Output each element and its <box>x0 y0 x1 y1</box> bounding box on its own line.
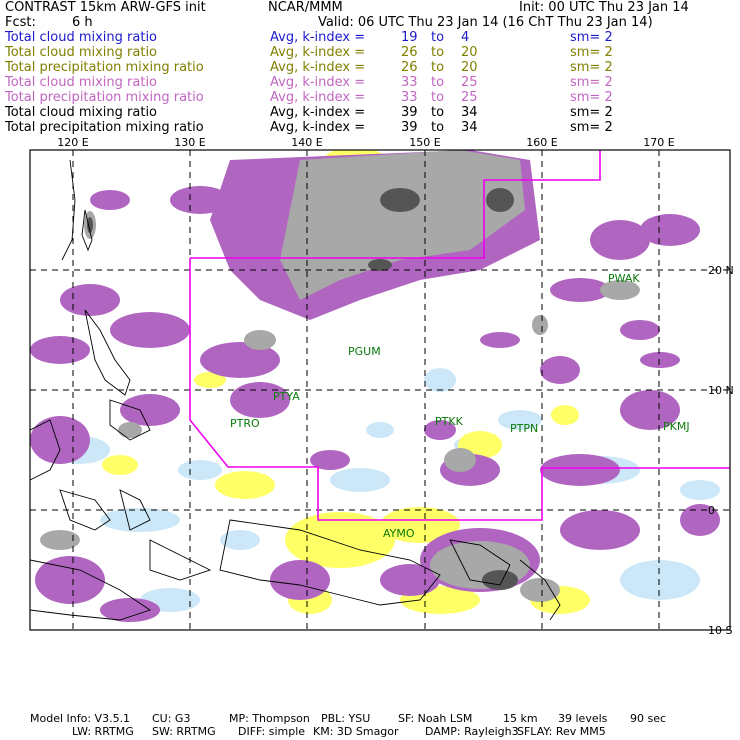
model-info-item: DAMP: Rayleigh3 <box>425 725 519 738</box>
longitude-label: 140 E <box>291 136 322 149</box>
latitude-label: 0 <box>708 504 715 517</box>
station-label: PTKK <box>435 415 464 428</box>
model-info-item: PBL: YSU <box>321 712 371 725</box>
model-info-item: KM: 3D Smagor <box>313 725 399 738</box>
longitude-label: 150 E <box>409 136 440 149</box>
station-label: PKMJ <box>663 420 690 433</box>
longitude-labels: 120 E 130 E 140 E 150 E 160 E 170 E <box>57 136 674 149</box>
model-info-item: SF: Noah LSM <box>398 712 473 725</box>
model-info-item: 15 km <box>503 712 538 725</box>
model-info-item: 39 levels <box>558 712 608 725</box>
model-info-item: MP: Thompson <box>229 712 310 725</box>
longitude-label: 170 E <box>643 136 674 149</box>
station-label: PWAK <box>608 272 640 285</box>
longitude-label: 130 E <box>174 136 205 149</box>
model-info-item: SW: RRTMG <box>152 725 216 738</box>
station-label: PTYA <box>273 390 300 403</box>
latitude-label: 10 S <box>708 624 732 637</box>
station-label: PTPN <box>510 422 538 435</box>
station-label: PGUM <box>348 345 381 358</box>
model-info-item: LW: RRTMG <box>72 725 134 738</box>
model-info-item: Model Info: V3.5.1 <box>30 712 131 725</box>
longitude-label: 160 E <box>526 136 557 149</box>
model-info-item: SFLAY: Rev MM5 <box>517 725 606 738</box>
station-label: PTRO <box>230 417 260 430</box>
model-info-item: CU: G3 <box>152 712 191 725</box>
station-label: AYMO <box>383 527 415 540</box>
model-info-item: DIFF: simple <box>238 725 306 738</box>
longitude-label: 120 E <box>57 136 88 149</box>
latitude-label: 20 N <box>708 264 734 277</box>
model-info-item: 90 sec <box>630 712 667 725</box>
map-panel: 120 E 130 E 140 E 150 E 160 E 170 E 20 N 10 N 0… <box>29 136 734 637</box>
latitude-label: 10 N <box>708 384 734 397</box>
